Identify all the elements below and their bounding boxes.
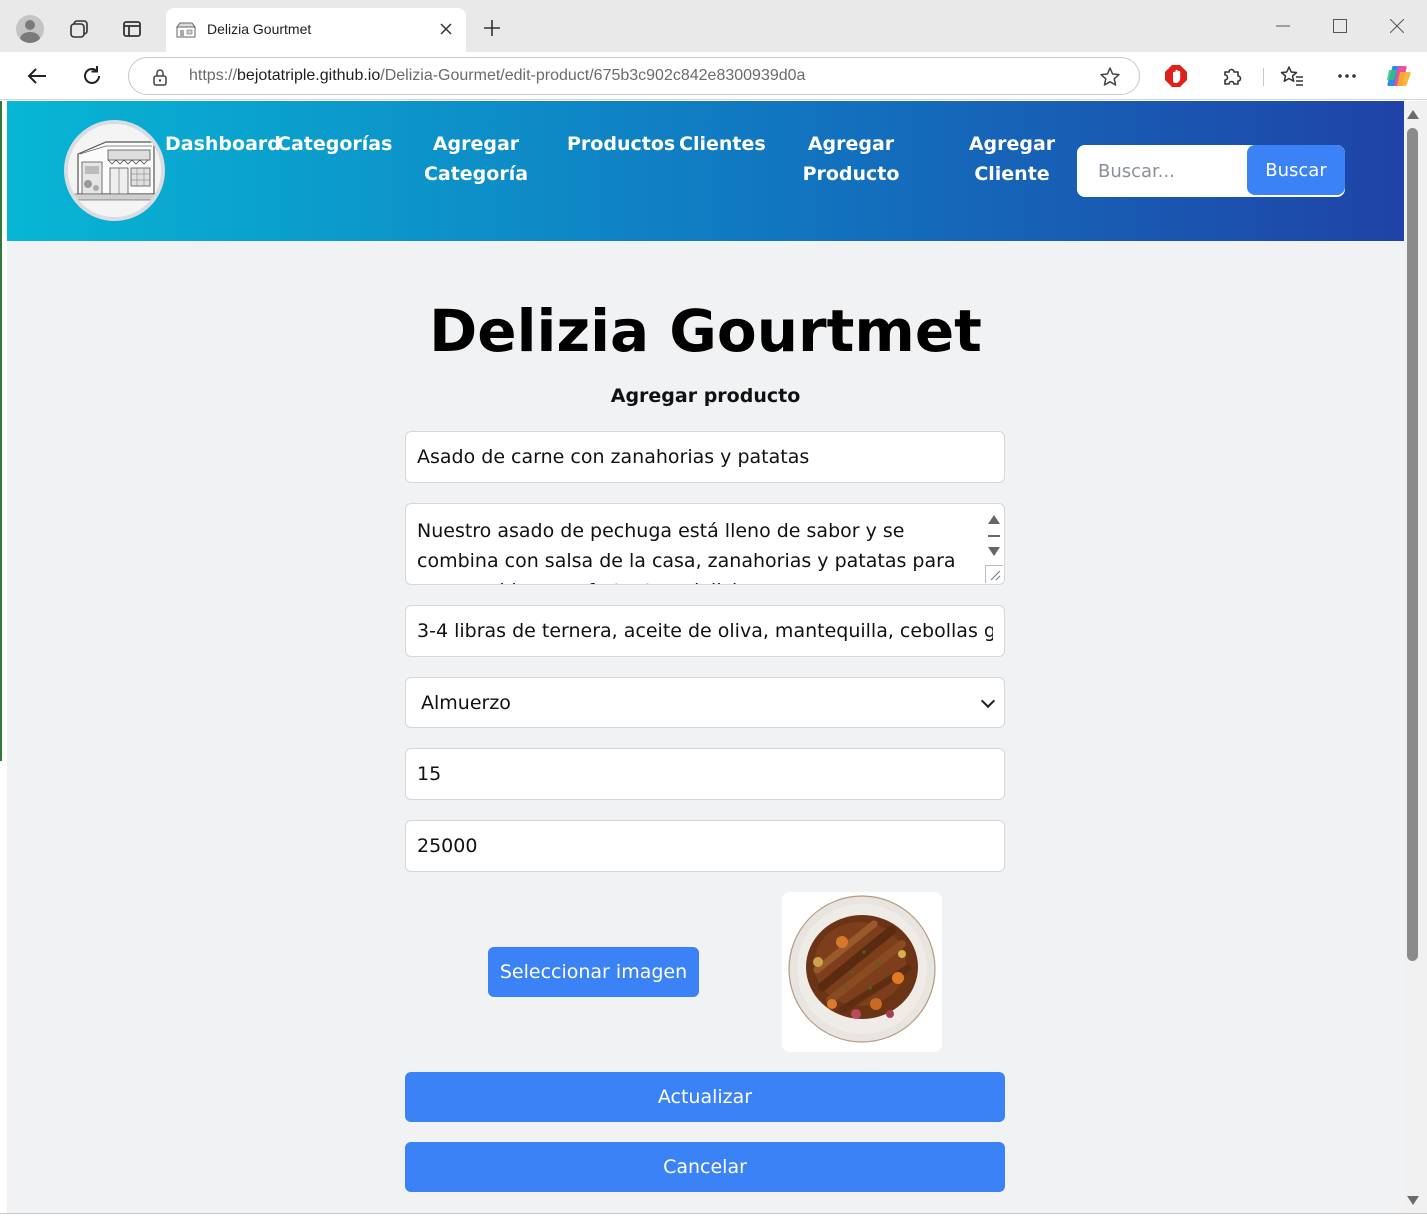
more-menu-icon[interactable]	[1332, 61, 1362, 91]
maximize-icon[interactable]	[1325, 14, 1355, 38]
close-window-icon[interactable]	[1382, 14, 1412, 38]
page-viewport: Dashboard Categorías Agregar Categoría P…	[7, 101, 1404, 1213]
copilot-icon[interactable]	[1384, 61, 1414, 91]
textarea-resize-handle[interactable]	[985, 565, 1003, 583]
textarea-scroll-down-icon[interactable]	[988, 547, 1000, 556]
url-text: https://bejotatriple.github.io/Delizia-G…	[189, 67, 806, 84]
update-button[interactable]: Actualizar	[405, 1072, 1005, 1122]
refresh-icon[interactable]	[77, 61, 107, 91]
nav-link-agregar-producto[interactable]: Agregar Producto	[797, 129, 905, 189]
adblock-extension-icon[interactable]	[1161, 61, 1191, 91]
site-info-lock-icon[interactable]	[151, 68, 169, 86]
search-box: Buscar	[1077, 145, 1345, 197]
product-description-textarea[interactable]: Nuestro asado de pechuga está lleno de s…	[405, 503, 1005, 585]
textarea-scroll-up-icon[interactable]	[988, 515, 1000, 524]
store-logo[interactable]	[64, 120, 165, 221]
window-bottom-edge	[0, 1213, 1427, 1217]
scroll-up-arrow-icon[interactable]	[1407, 110, 1419, 119]
nav-link-agregar-categoria[interactable]: Agregar Categoría	[421, 129, 531, 189]
cancel-button[interactable]: Cancelar	[405, 1142, 1005, 1192]
select-image-button[interactable]: Seleccionar imagen	[488, 947, 699, 997]
vertical-tabs-icon[interactable]	[117, 14, 147, 44]
form-subtitle: Agregar producto	[610, 385, 801, 407]
workspaces-icon[interactable]	[64, 14, 94, 44]
ingredients-input[interactable]	[405, 605, 1005, 657]
nav-link-clientes[interactable]: Clientes	[679, 129, 766, 159]
extensions-puzzle-icon[interactable]	[1217, 61, 1247, 91]
nav-link-agregar-cliente[interactable]: Agregar Cliente	[962, 129, 1062, 189]
nav-link-productos[interactable]: Productos	[567, 129, 675, 159]
category-selected-value: Almuerzo	[421, 692, 511, 714]
stock-input[interactable]	[405, 748, 1005, 800]
product-description-text: Nuestro asado de pechuga está lleno de s…	[417, 520, 956, 584]
browser-tab-bar: Delizia Gourtmet	[0, 0, 1427, 52]
address-bar[interactable]: https://bejotatriple.github.io/Delizia-G…	[128, 57, 1140, 95]
browser-toolbar: https://bejotatriple.github.io/Delizia-G…	[0, 52, 1427, 100]
storefront-favicon-icon	[176, 22, 196, 38]
nav-link-dashboard[interactable]: Dashboard	[165, 129, 281, 159]
chevron-down-icon	[980, 693, 996, 709]
tab-title: Delizia Gourtmet	[207, 21, 312, 37]
back-arrow-icon[interactable]	[22, 61, 52, 91]
scroll-down-arrow-icon[interactable]	[1407, 1196, 1419, 1205]
toolbar-separator	[1263, 68, 1264, 86]
scrollbar-thumb[interactable]	[1407, 128, 1418, 961]
favorites-icon[interactable]	[1277, 61, 1307, 91]
product-name-input[interactable]	[405, 431, 1005, 483]
close-tab-icon[interactable]	[436, 19, 456, 39]
category-select[interactable]: Almuerzo	[405, 677, 1005, 728]
profile-avatar-icon[interactable]	[16, 15, 44, 43]
nav-link-categorias[interactable]: Categorías	[277, 129, 392, 159]
product-image-preview	[782, 892, 942, 1052]
page-scrollbar[interactable]	[1404, 101, 1427, 1213]
textarea-scroll-thumb[interactable]	[988, 535, 1000, 537]
page-title: Delizia Gourtmet	[429, 297, 982, 365]
search-input[interactable]	[1077, 145, 1247, 197]
new-tab-icon[interactable]	[480, 16, 504, 40]
active-tab[interactable]: Delizia Gourtmet	[166, 8, 466, 52]
favorite-star-icon[interactable]	[1099, 66, 1121, 88]
site-navbar: Dashboard Categorías Agregar Categoría P…	[7, 101, 1404, 241]
search-button[interactable]: Buscar	[1247, 145, 1345, 195]
minimize-icon[interactable]	[1268, 14, 1298, 38]
price-input[interactable]	[405, 820, 1005, 872]
window-left-edge	[0, 101, 7, 1213]
